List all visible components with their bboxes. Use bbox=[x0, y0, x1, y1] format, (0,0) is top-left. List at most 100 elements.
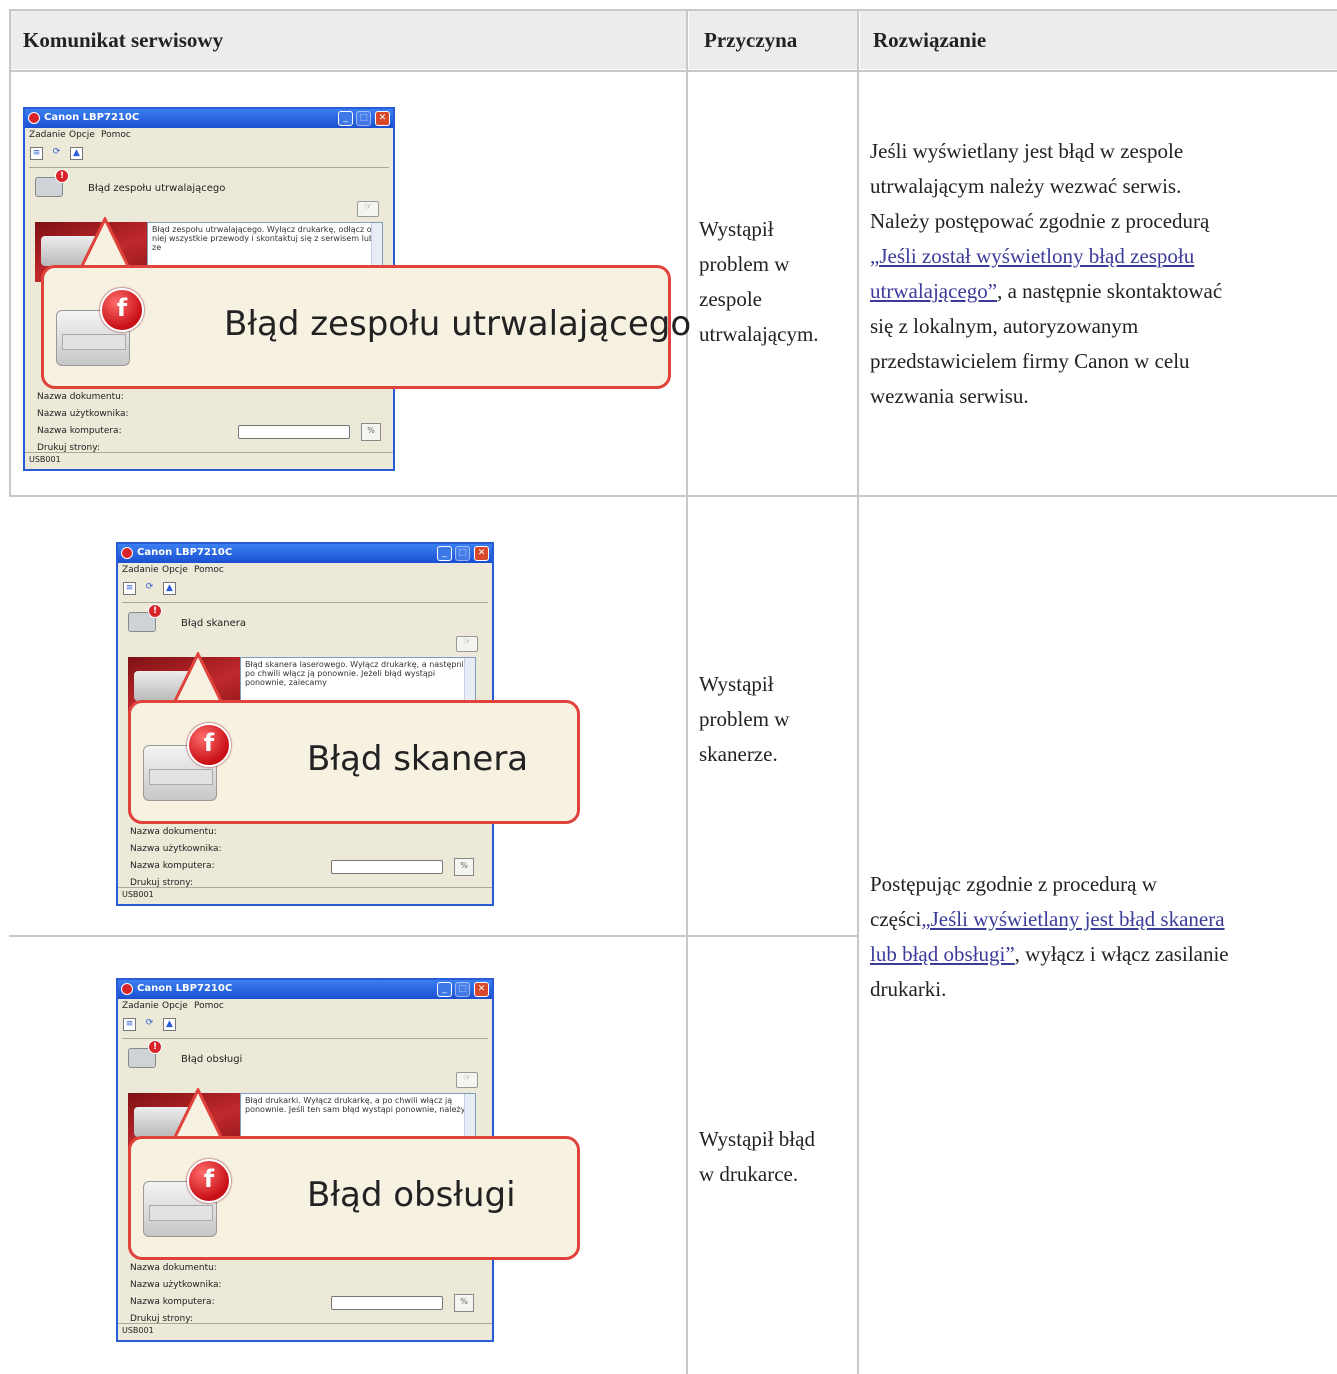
solution-prefix: części bbox=[870, 907, 922, 931]
help-button[interactable]: ☞ bbox=[456, 636, 478, 652]
menu-zadanie[interactable]: Zadanie bbox=[29, 130, 66, 140]
cause-line: Wystąpił bbox=[699, 217, 774, 241]
screenshot-fixing-error: Canon LBP7210C _ □ ✕ Zadanie Opcje Pomoc… bbox=[23, 107, 691, 471]
queue-icon[interactable]: ≡ bbox=[30, 147, 43, 160]
header-message: Komunikat serwisowy bbox=[23, 28, 224, 52]
window-title: Canon LBP7210C bbox=[44, 112, 140, 123]
minimize-icon[interactable]: _ bbox=[437, 982, 452, 997]
screenshot-scanner-error: Canon LBP7210C _ □ ✕ Zadanie Opcje Pomoc… bbox=[116, 542, 580, 906]
job-fields: Nazwa dokumentu: Nazwa użytkownika: Nazw… bbox=[130, 824, 222, 892]
refresh-icon[interactable]: ⟳ bbox=[50, 147, 63, 160]
field-document-name: Nazwa dokumentu: bbox=[37, 392, 124, 402]
cause-line: problem w bbox=[699, 707, 790, 731]
detail-message: Błąd drukarki. Wyłącz drukarkę, a po chw… bbox=[245, 1096, 466, 1114]
maximize-icon[interactable]: □ bbox=[455, 546, 470, 561]
maximize-icon[interactable]: □ bbox=[455, 982, 470, 997]
cause-line: zespole bbox=[699, 287, 762, 311]
link-fixing-error-procedure[interactable]: „Jeśli został wyświetlony błąd zespołu bbox=[870, 244, 1194, 268]
solution-line: Jeśli wyświetlany jest błąd w zespole bbox=[870, 139, 1184, 163]
cause-row1: Wystąpił problem w zespole utrwalającym. bbox=[699, 212, 819, 352]
toolbar-separator bbox=[122, 602, 488, 603]
callout-pointer bbox=[78, 217, 132, 269]
percent-button[interactable]: % bbox=[454, 1294, 474, 1312]
cause-line: utrwalającym. bbox=[699, 322, 819, 346]
cause-line: problem w bbox=[699, 252, 790, 276]
menubar: Zadanie Opcje Pomoc bbox=[118, 564, 492, 579]
printer-status-icon: ! bbox=[128, 604, 162, 632]
refresh-icon[interactable]: ⟳ bbox=[143, 1018, 156, 1031]
percent-button[interactable]: % bbox=[454, 858, 474, 876]
screenshot-service-error: Canon LBP7210C _ □ ✕ Zadanie Opcje Pomoc… bbox=[116, 978, 580, 1342]
progress-bar bbox=[331, 860, 443, 874]
window-statusbar: USB001 bbox=[118, 1323, 492, 1340]
minimize-icon[interactable]: _ bbox=[437, 546, 452, 561]
menu-opcje[interactable]: Opcje bbox=[162, 565, 188, 575]
menu-zadanie[interactable]: Zadanie bbox=[122, 565, 159, 575]
refresh-icon[interactable]: ⟳ bbox=[143, 582, 156, 595]
link-scanner-error-procedure[interactable]: „Jeśli wyświetlany jest błąd skanera bbox=[921, 907, 1224, 931]
header-message-cell: Komunikat serwisowy bbox=[9, 9, 688, 69]
queue-icon[interactable]: ≡ bbox=[123, 1018, 136, 1031]
solution-row2: Postępując zgodnie z procedurą w części„… bbox=[870, 867, 1229, 1007]
maximize-icon[interactable]: □ bbox=[356, 111, 371, 126]
printer-toolbar-icon[interactable]: ▲ bbox=[163, 1018, 176, 1031]
menu-zadanie[interactable]: Zadanie bbox=[122, 1001, 159, 1011]
printer-status-icon: ! bbox=[128, 1040, 162, 1068]
window-title: Canon LBP7210C bbox=[137, 547, 233, 558]
close-icon[interactable]: ✕ bbox=[375, 111, 390, 126]
close-icon[interactable]: ✕ bbox=[474, 982, 489, 997]
window-titlebar: Canon LBP7210C _ □ ✕ bbox=[118, 544, 492, 563]
window-title: Canon LBP7210C bbox=[137, 983, 233, 994]
cause-row2: Wystąpił problem w skanerze. bbox=[699, 667, 789, 772]
help-button[interactable]: ☞ bbox=[357, 201, 379, 217]
field-user-name: Nazwa użytkownika: bbox=[37, 409, 129, 419]
col-divider-1 bbox=[686, 9, 688, 1374]
callout-pointer bbox=[171, 652, 225, 704]
solution-line: przedstawicielem firmy Canon w celu bbox=[870, 349, 1190, 373]
printer-toolbar-icon[interactable]: ▲ bbox=[70, 147, 83, 160]
toolbar-separator bbox=[29, 167, 389, 168]
printer-toolbar-icon[interactable]: ▲ bbox=[163, 582, 176, 595]
window-titlebar: Canon LBP7210C _ □ ✕ bbox=[118, 980, 492, 999]
percent-button[interactable]: % bbox=[361, 423, 381, 441]
table-top-border bbox=[9, 9, 1337, 11]
solution-after-link: , wyłącz i włącz zasilanie bbox=[1014, 942, 1229, 966]
help-button[interactable]: ☞ bbox=[456, 1072, 478, 1088]
callout-text: Błąd skanera bbox=[307, 739, 529, 779]
error-badge-icon: ! bbox=[148, 1040, 162, 1054]
field-document-name: Nazwa dokumentu: bbox=[130, 1263, 217, 1273]
solution-line: utrwalającym należy wezwać serwis. bbox=[870, 174, 1182, 198]
error-callout: f Błąd zespołu utrwalającego bbox=[41, 265, 691, 389]
service-messages-table: Komunikat serwisowy Przyczyna Rozwiązani… bbox=[9, 9, 1337, 1374]
close-icon[interactable]: ✕ bbox=[474, 546, 489, 561]
job-fields: Nazwa dokumentu: Nazwa użytkownika: Nazw… bbox=[37, 389, 129, 457]
field-computer-name: Nazwa komputera: bbox=[130, 861, 215, 871]
solution-row1: Jeśli wyświetlany jest błąd w zespole ut… bbox=[870, 134, 1222, 414]
menubar: Zadanie Opcje Pomoc bbox=[118, 1000, 492, 1015]
link-fixing-error-procedure-cont[interactable]: utrwalającego” bbox=[870, 279, 997, 303]
error-badge-icon: ! bbox=[148, 604, 162, 618]
field-user-name: Nazwa użytkownika: bbox=[130, 844, 222, 854]
col-divider-2 bbox=[857, 9, 859, 1374]
header-cause: Przyczyna bbox=[704, 28, 798, 52]
error-callout: f Błąd skanera bbox=[128, 700, 580, 824]
table-left-border bbox=[9, 9, 11, 497]
menu-pomoc[interactable]: Pomoc bbox=[194, 565, 224, 575]
menu-opcje[interactable]: Opcje bbox=[69, 130, 95, 140]
solution-after-link: , a następnie skontaktować bbox=[997, 279, 1223, 303]
error-callout: f Błąd obsługi bbox=[128, 1136, 580, 1260]
port-name: USB001 bbox=[122, 1326, 154, 1335]
menu-pomoc[interactable]: Pomoc bbox=[194, 1001, 224, 1011]
minimize-icon[interactable]: _ bbox=[338, 111, 353, 126]
printer-app-icon bbox=[28, 112, 40, 124]
printer-error-icon: f bbox=[143, 723, 231, 807]
queue-icon[interactable]: ≡ bbox=[123, 582, 136, 595]
cause-line: skanerze. bbox=[699, 742, 778, 766]
progress-bar bbox=[238, 425, 350, 439]
row2-divider bbox=[9, 935, 859, 937]
field-computer-name: Nazwa komputera: bbox=[37, 426, 122, 436]
menu-pomoc[interactable]: Pomoc bbox=[101, 130, 131, 140]
link-scanner-error-procedure-cont[interactable]: lub błąd obsługi” bbox=[870, 942, 1015, 966]
solution-line: drukarki. bbox=[870, 977, 947, 1001]
menu-opcje[interactable]: Opcje bbox=[162, 1001, 188, 1011]
